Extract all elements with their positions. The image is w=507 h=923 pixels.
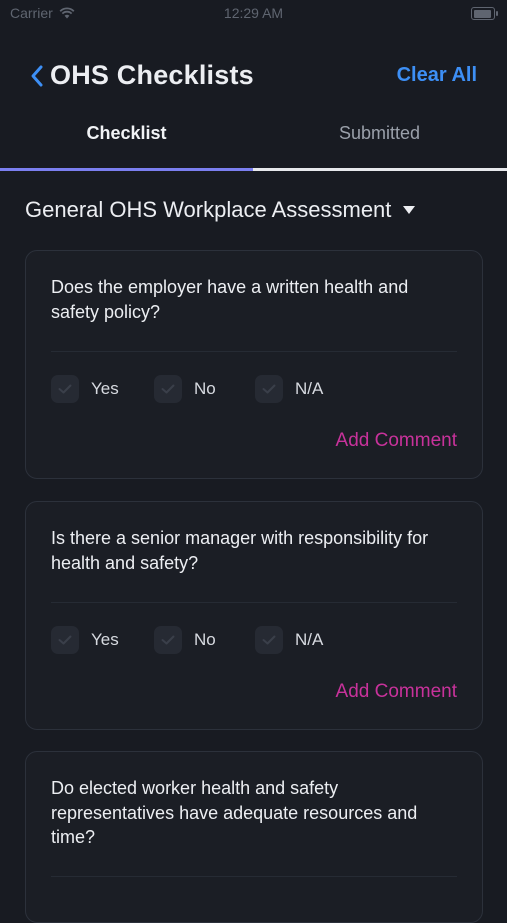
checkbox[interactable]	[154, 375, 182, 403]
checkbox[interactable]	[255, 375, 283, 403]
question-text: Do elected worker health and safety repr…	[51, 778, 418, 847]
checkmark-icon	[58, 635, 72, 645]
checklist-item: Does the employer have a written health …	[25, 250, 483, 479]
nav-bar: OHS Checklists Clear All	[0, 50, 507, 106]
tab-active-indicator	[0, 168, 253, 171]
question-text: Does the employer have a written health …	[51, 277, 409, 322]
option-yes[interactable]: Yes	[51, 375, 119, 403]
add-comment-button[interactable]: Add Comment	[336, 681, 457, 703]
checkmark-icon	[262, 384, 276, 394]
checkbox[interactable]	[154, 626, 182, 654]
option-label: Yes	[91, 379, 119, 398]
tab-submitted[interactable]: Submitted	[253, 123, 506, 144]
option-label: No	[194, 630, 216, 649]
option-label: No	[194, 379, 216, 398]
chevron-left-icon	[31, 65, 43, 86]
checkmark-icon	[58, 384, 72, 394]
add-comment-button[interactable]: Add Comment	[336, 430, 457, 452]
caret-down-icon	[403, 206, 416, 214]
option-label: Yes	[91, 630, 119, 649]
option-na[interactable]: N/A	[255, 375, 323, 403]
divider	[51, 351, 457, 352]
answer-options: Yes No N/A	[51, 626, 461, 658]
back-button[interactable]: OHS Checklists	[30, 60, 254, 91]
checklist-item: Is there a senior manager with responsib…	[25, 501, 483, 730]
checkmark-icon	[161, 384, 175, 394]
battery-icon	[471, 7, 498, 20]
option-yes[interactable]: Yes	[51, 626, 119, 654]
option-na[interactable]: N/A	[255, 626, 323, 654]
question-text: Is there a senior manager with responsib…	[51, 528, 429, 573]
checkmark-icon	[262, 635, 276, 645]
checkbox[interactable]	[51, 626, 79, 654]
section-dropdown[interactable]: General OHS Workplace Assessment	[25, 197, 416, 223]
option-label: N/A	[295, 379, 324, 398]
status-time: 12:29 AM	[223, 5, 284, 21]
checkmark-icon	[161, 635, 175, 645]
option-no[interactable]: No	[154, 626, 216, 654]
option-no[interactable]: No	[154, 375, 216, 403]
divider	[51, 876, 457, 877]
page-title: OHS Checklists	[50, 60, 254, 90]
clear-all-button[interactable]: Clear All	[397, 64, 477, 87]
checkbox[interactable]	[51, 375, 79, 403]
answer-options: Yes No N/A	[51, 375, 461, 407]
status-bar: Carrier 12:29 AM	[0, 0, 507, 28]
divider	[51, 602, 457, 603]
tab-bar: Checklist Submitted	[0, 114, 507, 171]
section-title: General OHS Workplace Assessment	[25, 197, 392, 222]
option-label: N/A	[295, 630, 324, 649]
tab-checklist[interactable]: Checklist	[0, 123, 253, 144]
checkbox[interactable]	[255, 626, 283, 654]
checklist-item: Do elected worker health and safety repr…	[25, 751, 483, 923]
